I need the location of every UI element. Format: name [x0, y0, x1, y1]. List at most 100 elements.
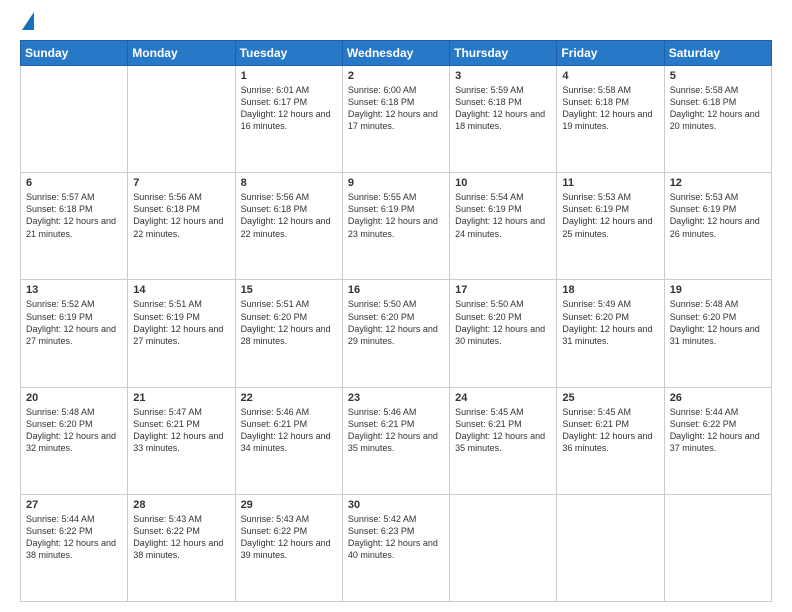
calendar-cell: 17 Sunrise: 5:50 AM Sunset: 6:20 PM Dayli… [450, 280, 557, 387]
day-number: 12 [670, 177, 766, 189]
calendar-cell: 26 Sunrise: 5:44 AM Sunset: 6:22 PM Dayli… [664, 387, 771, 494]
calendar-week-3: 13 Sunrise: 5:52 AM Sunset: 6:19 PM Dayli… [21, 280, 772, 387]
day-number: 20 [26, 392, 122, 404]
calendar-cell: 16Sunrise: 5:50 AM Sunset: 6:20 PM Dayli… [342, 280, 449, 387]
day-number: 21 [133, 392, 229, 404]
day-info: Sunrise: 5:47 AM Sunset: 6:21 PM Dayligh… [133, 406, 229, 455]
day-info: Sunrise: 5:53 AM Sunset: 6:19 PM Dayligh… [562, 191, 658, 240]
calendar-cell: 28Sunrise: 5:43 AM Sunset: 6:22 PM Dayli… [128, 494, 235, 601]
weekday-header-tuesday: Tuesday [235, 41, 342, 66]
calendar-cell [664, 494, 771, 601]
day-number: 14 [133, 284, 229, 296]
day-info: Sunrise: 5:58 AM Sunset: 6:18 PM Dayligh… [562, 84, 658, 133]
calendar-cell: 11 Sunrise: 5:53 AM Sunset: 6:19 PM Dayli… [557, 173, 664, 280]
day-number: 15 [241, 284, 337, 296]
calendar-cell: 6Sunrise: 5:57 AM Sunset: 6:18 PM Daylig… [21, 173, 128, 280]
day-info: Sunrise: 5:43 AM Sunset: 6:22 PM Dayligh… [133, 513, 229, 562]
calendar-cell: 4Sunrise: 5:58 AM Sunset: 6:18 PM Daylig… [557, 66, 664, 173]
day-info: Sunrise: 5:59 AM Sunset: 6:18 PM Dayligh… [455, 84, 551, 133]
weekday-header-saturday: Saturday [664, 41, 771, 66]
calendar-table: SundayMondayTuesdayWednesdayThursdayFrid… [20, 40, 772, 602]
day-number: 30 [348, 499, 444, 511]
calendar-cell: 27 Sunrise: 5:44 AM Sunset: 6:22 PM Dayli… [21, 494, 128, 601]
calendar-week-4: 20 Sunrise: 5:48 AM Sunset: 6:20 PM Dayli… [21, 387, 772, 494]
day-number: 24 [455, 392, 551, 404]
day-info: Sunrise: 5:54 AM Sunset: 6:19 PM Dayligh… [455, 191, 551, 240]
calendar-cell: 10Sunrise: 5:54 AM Sunset: 6:19 PM Dayli… [450, 173, 557, 280]
calendar-week-5: 27 Sunrise: 5:44 AM Sunset: 6:22 PM Dayli… [21, 494, 772, 601]
day-info: Sunrise: 5:51 AM Sunset: 6:20 PM Dayligh… [241, 298, 337, 347]
day-number: 3 [455, 70, 551, 82]
calendar-week-2: 6Sunrise: 5:57 AM Sunset: 6:18 PM Daylig… [21, 173, 772, 280]
day-info: Sunrise: 5:43 AM Sunset: 6:22 PM Dayligh… [241, 513, 337, 562]
calendar-cell: 18 Sunrise: 5:49 AM Sunset: 6:20 PM Dayli… [557, 280, 664, 387]
weekday-header-friday: Friday [557, 41, 664, 66]
weekday-header-monday: Monday [128, 41, 235, 66]
day-number: 29 [241, 499, 337, 511]
calendar-cell: 12 Sunrise: 5:53 AM Sunset: 6:19 PM Dayli… [664, 173, 771, 280]
day-number: 11 [562, 177, 658, 189]
day-info: Sunrise: 5:50 AM Sunset: 6:20 PM Dayligh… [348, 298, 444, 347]
day-info: Sunrise: 5:42 AM Sunset: 6:23 PM Dayligh… [348, 513, 444, 562]
weekday-header-row: SundayMondayTuesdayWednesdayThursdayFrid… [21, 41, 772, 66]
calendar-cell: 5 Sunrise: 5:58 AM Sunset: 6:18 PM Daylig… [664, 66, 771, 173]
day-info: Sunrise: 5:52 AM Sunset: 6:19 PM Dayligh… [26, 298, 122, 347]
logo-triangle-icon [22, 12, 34, 30]
weekday-header-sunday: Sunday [21, 41, 128, 66]
calendar-cell [21, 66, 128, 173]
calendar-cell: 25 Sunrise: 5:45 AM Sunset: 6:21 PM Dayli… [557, 387, 664, 494]
day-info: Sunrise: 5:48 AM Sunset: 6:20 PM Dayligh… [26, 406, 122, 455]
weekday-header-thursday: Thursday [450, 41, 557, 66]
day-number: 13 [26, 284, 122, 296]
header [20, 16, 772, 30]
day-info: Sunrise: 5:44 AM Sunset: 6:22 PM Dayligh… [670, 406, 766, 455]
day-number: 19 [670, 284, 766, 296]
day-number: 17 [455, 284, 551, 296]
calendar-cell: 14 Sunrise: 5:51 AM Sunset: 6:19 PM Dayli… [128, 280, 235, 387]
day-info: Sunrise: 5:48 AM Sunset: 6:20 PM Dayligh… [670, 298, 766, 347]
calendar-cell [128, 66, 235, 173]
day-info: Sunrise: 5:51 AM Sunset: 6:19 PM Dayligh… [133, 298, 229, 347]
day-number: 7 [133, 177, 229, 189]
page: SundayMondayTuesdayWednesdayThursdayFrid… [0, 0, 792, 612]
day-info: Sunrise: 5:45 AM Sunset: 6:21 PM Dayligh… [562, 406, 658, 455]
logo [20, 16, 34, 30]
day-info: Sunrise: 5:57 AM Sunset: 6:18 PM Dayligh… [26, 191, 122, 240]
day-info: Sunrise: 5:53 AM Sunset: 6:19 PM Dayligh… [670, 191, 766, 240]
day-info: Sunrise: 5:58 AM Sunset: 6:18 PM Dayligh… [670, 84, 766, 133]
calendar-cell: 15 Sunrise: 5:51 AM Sunset: 6:20 PM Dayli… [235, 280, 342, 387]
day-info: Sunrise: 5:46 AM Sunset: 6:21 PM Dayligh… [241, 406, 337, 455]
day-number: 27 [26, 499, 122, 511]
weekday-header-wednesday: Wednesday [342, 41, 449, 66]
day-number: 18 [562, 284, 658, 296]
calendar-cell: 3 Sunrise: 5:59 AM Sunset: 6:18 PM Daylig… [450, 66, 557, 173]
calendar-week-1: 1Sunrise: 6:01 AM Sunset: 6:17 PM Daylig… [21, 66, 772, 173]
day-number: 9 [348, 177, 444, 189]
day-info: Sunrise: 5:46 AM Sunset: 6:21 PM Dayligh… [348, 406, 444, 455]
day-number: 26 [670, 392, 766, 404]
day-info: Sunrise: 5:49 AM Sunset: 6:20 PM Dayligh… [562, 298, 658, 347]
day-info: Sunrise: 6:00 AM Sunset: 6:18 PM Dayligh… [348, 84, 444, 133]
calendar-cell: 19 Sunrise: 5:48 AM Sunset: 6:20 PM Dayli… [664, 280, 771, 387]
calendar-cell: 2 Sunrise: 6:00 AM Sunset: 6:18 PM Daylig… [342, 66, 449, 173]
calendar-cell: 1Sunrise: 6:01 AM Sunset: 6:17 PM Daylig… [235, 66, 342, 173]
calendar-cell: 8Sunrise: 5:56 AM Sunset: 6:18 PM Daylig… [235, 173, 342, 280]
day-number: 2 [348, 70, 444, 82]
calendar-cell: 20 Sunrise: 5:48 AM Sunset: 6:20 PM Dayli… [21, 387, 128, 494]
calendar-cell: 24 Sunrise: 5:45 AM Sunset: 6:21 PM Dayli… [450, 387, 557, 494]
calendar-cell: 30 Sunrise: 5:42 AM Sunset: 6:23 PM Dayli… [342, 494, 449, 601]
day-info: Sunrise: 5:50 AM Sunset: 6:20 PM Dayligh… [455, 298, 551, 347]
day-number: 5 [670, 70, 766, 82]
day-number: 22 [241, 392, 337, 404]
day-info: Sunrise: 5:44 AM Sunset: 6:22 PM Dayligh… [26, 513, 122, 562]
logo-text [20, 16, 34, 30]
calendar-cell: 9 Sunrise: 5:55 AM Sunset: 6:19 PM Daylig… [342, 173, 449, 280]
day-number: 25 [562, 392, 658, 404]
calendar-cell: 21 Sunrise: 5:47 AM Sunset: 6:21 PM Dayli… [128, 387, 235, 494]
day-info: Sunrise: 5:55 AM Sunset: 6:19 PM Dayligh… [348, 191, 444, 240]
calendar-cell: 23Sunrise: 5:46 AM Sunset: 6:21 PM Dayli… [342, 387, 449, 494]
day-info: Sunrise: 5:56 AM Sunset: 6:18 PM Dayligh… [133, 191, 229, 240]
calendar-cell: 29 Sunrise: 5:43 AM Sunset: 6:22 PM Dayli… [235, 494, 342, 601]
day-info: Sunrise: 5:56 AM Sunset: 6:18 PM Dayligh… [241, 191, 337, 240]
day-info: Sunrise: 5:45 AM Sunset: 6:21 PM Dayligh… [455, 406, 551, 455]
